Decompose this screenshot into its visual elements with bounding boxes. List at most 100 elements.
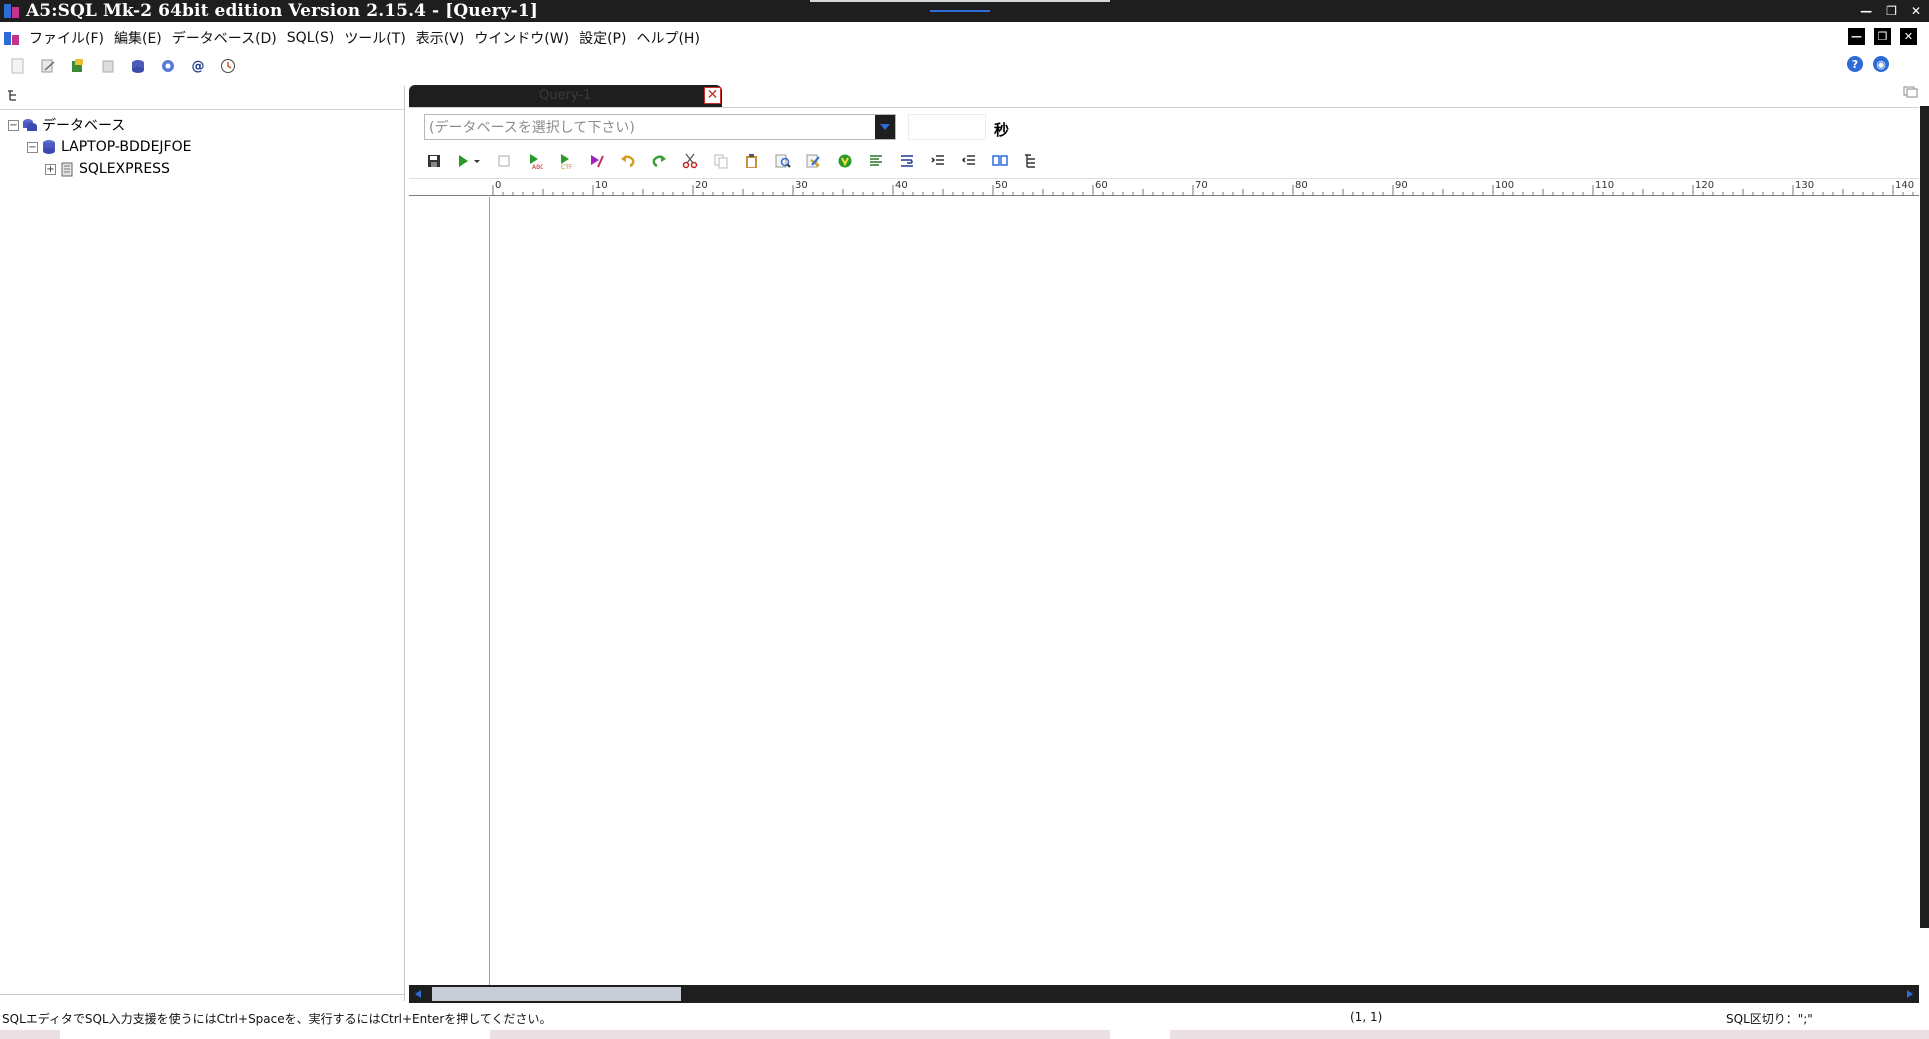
main-toolbar: @	[0, 55, 240, 77]
expand-icon[interactable]: +	[45, 163, 56, 175]
maximize-button[interactable]: ❐	[1886, 4, 1897, 18]
ruler-label: 20	[695, 180, 708, 191]
replace-icon[interactable]	[804, 151, 824, 171]
instance-icon	[59, 161, 75, 177]
status-message: SQLエディタでSQL入力支援を使うにはCtrl+Spaceを、実行するにはCt…	[2, 1012, 552, 1026]
ruler-label: 100	[1495, 180, 1514, 191]
panel-divider	[0, 994, 405, 995]
tree-panel-header	[0, 86, 404, 110]
at-sign-icon[interactable]: @	[189, 57, 207, 75]
outline-icon[interactable]	[1021, 151, 1041, 171]
scroll-right-icon[interactable]	[1907, 990, 1913, 998]
wrap-icon[interactable]	[897, 151, 917, 171]
menu-settings[interactable]: 設定(P)	[579, 28, 626, 48]
ruler-label: 120	[1695, 180, 1714, 191]
ruler-label: 50	[995, 180, 1008, 191]
undo-icon[interactable]	[618, 151, 638, 171]
database-select-placeholder: (データベースを選択して下さい)	[429, 119, 635, 136]
svg-text:CTF: CTF	[561, 164, 573, 169]
minimize-button[interactable]: —	[1860, 4, 1872, 18]
tab-close-icon[interactable]: ✕	[704, 87, 721, 104]
find-icon[interactable]	[773, 151, 793, 171]
menu-view[interactable]: 表示(V)	[416, 28, 465, 48]
menu-tools[interactable]: ツール(T)	[344, 28, 405, 48]
ruler-label: 130	[1795, 180, 1814, 191]
menu-database[interactable]: データベース(D)	[172, 28, 277, 48]
menu-edit[interactable]: 編集(E)	[114, 28, 162, 48]
align-icon[interactable]	[866, 151, 886, 171]
mdi-minimize-button[interactable]: —	[1848, 28, 1865, 45]
tree-label-instance: SQLEXPRESS	[79, 161, 170, 177]
timeout-input[interactable]	[908, 113, 986, 140]
tab-query-1[interactable]: Query-1 ✕	[409, 85, 722, 107]
tree-item-databases[interactable]: − データベース	[0, 114, 404, 136]
close-button[interactable]: ✕	[1911, 4, 1921, 18]
ruler-label: 0	[495, 180, 501, 191]
explain-icon[interactable]	[587, 151, 607, 171]
database-select[interactable]: (データベースを選択して下さい)	[424, 113, 896, 140]
tab-strip: Query-1 ✕	[409, 85, 1919, 109]
disconnect-db-icon[interactable]	[99, 57, 117, 75]
connect-db-icon[interactable]	[69, 57, 87, 75]
menu-window[interactable]: ウインドウ(W)	[474, 28, 569, 48]
menu-bar: ファイル(F) 編集(E) データベース(D) SQL(S) ツール(T) 表示…	[0, 26, 1929, 50]
mdi-close-button[interactable]: ✕	[1900, 28, 1917, 45]
sql-separator: SQL区切り：";"	[1726, 1012, 1813, 1026]
database-tree-panel: − データベース − LAPTOP-BDDEJFOE + SQLEXPRESS	[0, 86, 405, 1001]
run-all-icon[interactable]: ABC	[525, 151, 545, 171]
horizontal-scrollbar[interactable]	[409, 985, 1919, 1003]
comment-icon[interactable]	[990, 151, 1010, 171]
ruler-label: 90	[1395, 180, 1408, 191]
window-list-icon[interactable]	[1903, 86, 1919, 101]
ruler-label: 110	[1595, 180, 1614, 191]
web-globe-icon[interactable]: ◉	[1873, 56, 1889, 72]
save-icon[interactable]	[424, 151, 444, 171]
ruler-label: 140	[1895, 180, 1914, 191]
stop-icon[interactable]	[494, 151, 514, 171]
tree-label-databases: データベース	[42, 118, 126, 134]
window-title: A5:SQL Mk-2 64bit edition Version 2.15.4…	[26, 1, 538, 21]
ruler-label: 40	[895, 180, 908, 191]
tree-item-server[interactable]: − LAPTOP-BDDEJFOE	[0, 136, 404, 158]
ruler-ticks: 0 10 20 30 40 50 60 70 80 90 100 110 120 130 140	[492, 180, 1914, 196]
sql-editor[interactable]	[409, 197, 1919, 985]
run-icon[interactable]	[455, 151, 483, 171]
tab-underline	[409, 107, 1919, 108]
column-ruler: 0 10 20 30 40 50 60 70 80 90 100 110 120 130 140	[409, 178, 1919, 196]
copy-icon[interactable]	[711, 151, 731, 171]
connection-row: (データベースを選択して下さい) 秒	[424, 113, 1009, 140]
menu-file[interactable]: ファイル(F)	[29, 28, 104, 48]
vertical-scrollbar[interactable]	[1920, 106, 1929, 928]
collapse-icon[interactable]: −	[27, 141, 38, 153]
seconds-label: 秒	[994, 121, 1010, 139]
format-sql-icon[interactable]	[835, 151, 855, 171]
cut-icon[interactable]	[680, 151, 700, 171]
ruler-label: 70	[1195, 180, 1208, 191]
new-file-icon[interactable]	[9, 57, 27, 75]
database-icon[interactable]	[129, 57, 147, 75]
redo-icon[interactable]	[649, 151, 669, 171]
open-file-icon[interactable]	[39, 57, 57, 75]
scroll-left-icon[interactable]	[415, 990, 421, 998]
help-icon[interactable]: ?	[1847, 56, 1863, 72]
vertical-scroll-thumb[interactable]	[1920, 156, 1929, 656]
tree-view-icon[interactable]	[7, 90, 19, 105]
indent-icon[interactable]	[928, 151, 948, 171]
horizontal-scroll-thumb[interactable]	[432, 987, 681, 1001]
outdent-icon[interactable]	[959, 151, 979, 171]
svg-text:ABC: ABC	[532, 164, 543, 169]
menu-sql[interactable]: SQL(S)	[287, 30, 335, 46]
paste-icon[interactable]	[742, 151, 762, 171]
menu-help[interactable]: ヘルプ(H)	[636, 28, 699, 48]
tree-label-server: LAPTOP-BDDEJFOE	[61, 139, 192, 155]
app-menu-icon[interactable]	[3, 29, 21, 47]
mdi-restore-button[interactable]: ❐	[1874, 28, 1891, 45]
collapse-icon[interactable]: −	[8, 119, 19, 131]
gear-icon[interactable]	[159, 57, 177, 75]
run-selected-icon[interactable]: CTF	[556, 151, 576, 171]
clock-icon[interactable]	[219, 57, 237, 75]
ruler-label: 30	[795, 180, 808, 191]
ruler-label: 60	[1095, 180, 1108, 191]
tree-item-instance[interactable]: + SQLEXPRESS	[0, 158, 404, 180]
chevron-down-icon[interactable]	[875, 114, 895, 139]
